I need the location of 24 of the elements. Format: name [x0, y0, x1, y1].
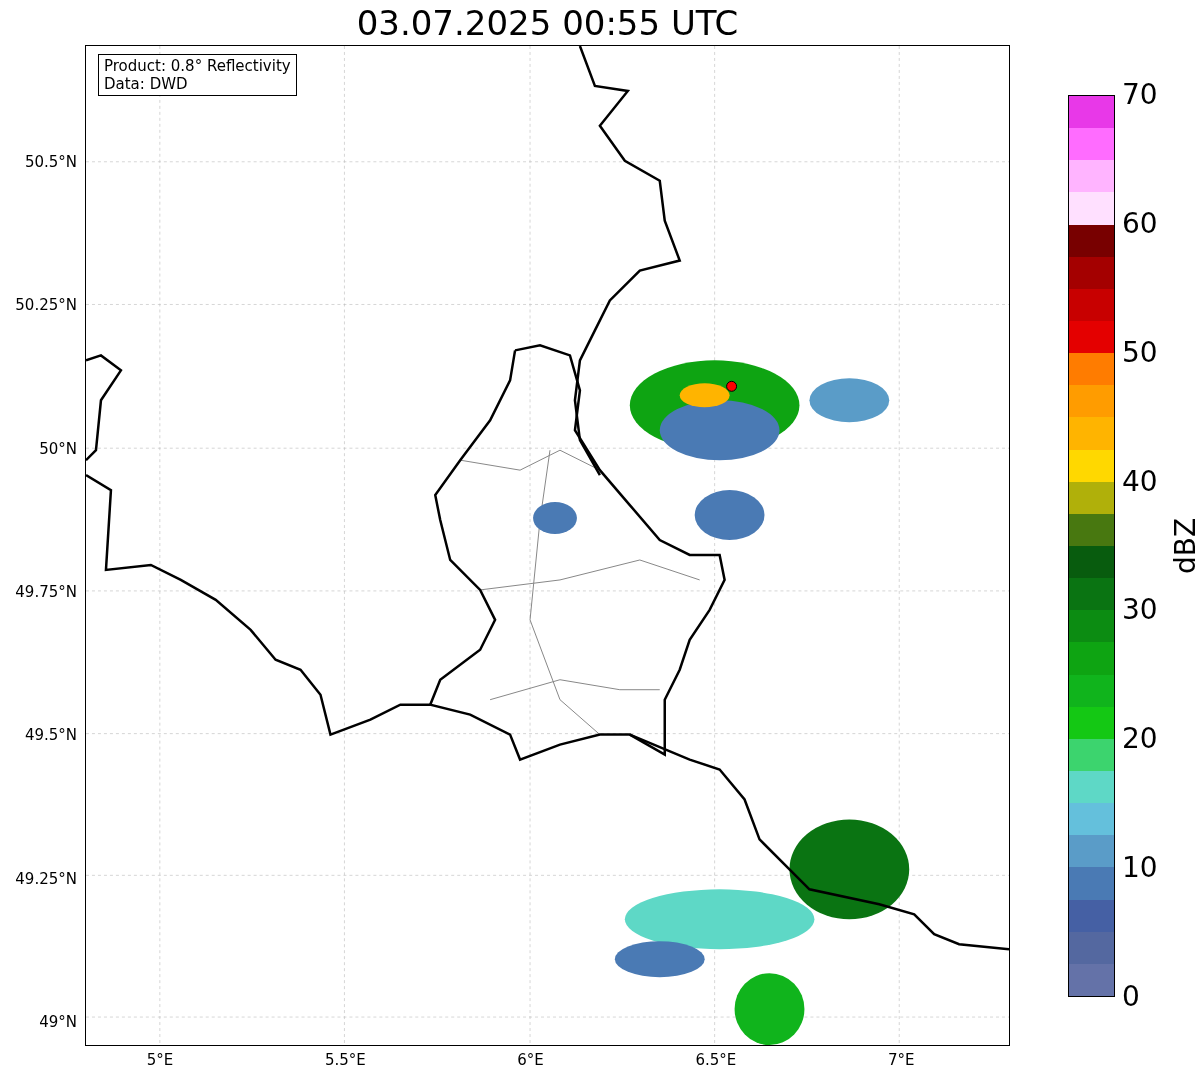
longitude-label: 7°E [887, 1051, 915, 1069]
colorbar-tick-label: 50 [1122, 337, 1158, 368]
longitude-label: 6.5°E [695, 1051, 737, 1069]
longitude-label: 5.5°E [324, 1051, 366, 1069]
info-text: Data: DWD [104, 75, 189, 93]
chart-title: 03.07.2025 00:55 UTC [356, 5, 739, 40]
info-text: Product: 0.8° Reflectivity [104, 57, 291, 75]
colorbar-tick-label: 60 [1122, 208, 1158, 239]
latitude-label: 50.25°N [15, 296, 77, 315]
colorbar-tick-label: 0 [1122, 982, 1140, 1012]
latitude-label: 49°N [39, 1012, 77, 1031]
colorbar-tick-label: 20 [1122, 724, 1158, 755]
latitude-label: 49.5°N [24, 726, 77, 745]
colorbar-label: dBZ [1171, 517, 1202, 575]
latitude-label: 50.5°N [24, 153, 77, 171]
latitude-label: 49.75°N [15, 582, 77, 601]
longitude-label: 5°E [146, 1051, 174, 1069]
colorbar-tick-label: 10 [1122, 853, 1158, 884]
colorbar-tick-label: 30 [1122, 595, 1158, 626]
latitude-label: 50°N [39, 439, 77, 458]
colorbar-tick-label: 40 [1122, 466, 1158, 497]
latitude-label: 49.25°N [15, 869, 77, 888]
colorbar-tick-label: 70 [1122, 80, 1158, 110]
longitude-label: 6°E [517, 1051, 544, 1069]
